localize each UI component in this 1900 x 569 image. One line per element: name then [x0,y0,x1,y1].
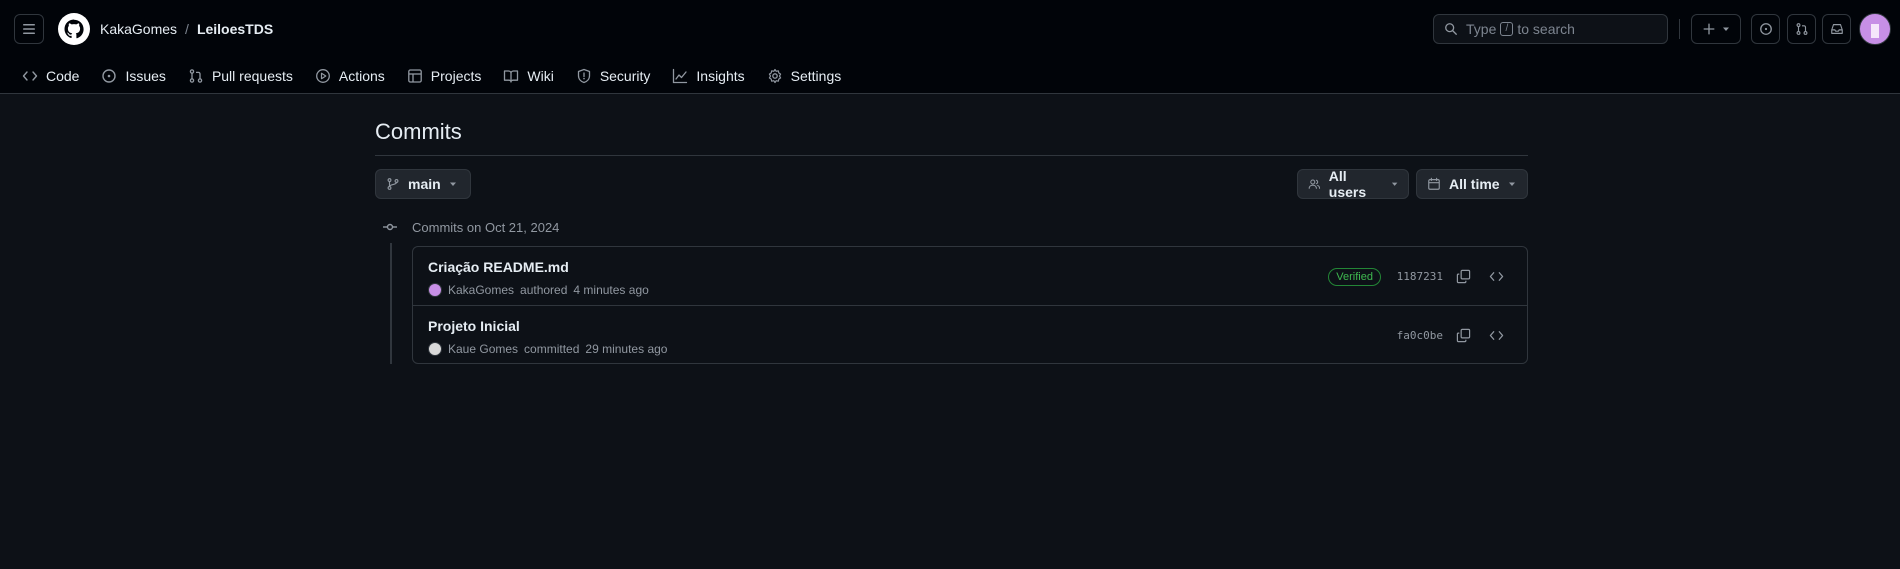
tab-code[interactable]: Code [14,60,87,92]
tab-label: Code [46,68,80,84]
code-icon [1489,330,1503,340]
inbox-button[interactable] [1822,14,1851,44]
repo-navigation: Code Issues Pull requests Actions Projec… [0,58,1900,94]
commit-list: Criação README.md KakaGomes authored 4 m… [412,246,1528,364]
users-filter-button[interactable]: All users [1297,168,1409,200]
copy-sha-button[interactable] [1454,326,1472,344]
your-issues-button[interactable] [1751,14,1780,44]
commit-time: 29 minutes ago [585,342,668,356]
search-placeholder: Type / to search [1466,21,1575,37]
timeline-line [390,243,392,364]
tab-actions[interactable]: Actions [307,60,393,92]
commit-message-link[interactable]: Criação README.md [428,259,569,275]
tab-issues[interactable]: Issues [93,60,173,92]
issue-opened-icon [1759,23,1772,35]
branch-selector-button[interactable]: main [375,169,471,199]
breadcrumb: KakaGomes / LeiloesTDS [100,19,273,39]
verified-badge[interactable]: Verified [1328,268,1381,286]
commit-meta: KakaGomes authored 4 minutes ago [428,283,649,297]
tab-security[interactable]: Security [568,60,659,92]
users-filter-label: All users [1328,168,1367,200]
time-filter-label: All time [1449,176,1500,192]
issue-opened-icon [102,69,117,83]
commit-sha-link[interactable]: 1187231 [1397,270,1443,283]
commit-group-date: Commits on Oct 21, 2024 [412,219,560,235]
author-avatar[interactable] [428,342,442,356]
commit-message-link[interactable]: Projeto Inicial [428,318,520,334]
branch-name: main [408,176,441,192]
commit-sha-link[interactable]: fa0c0be [1397,329,1443,342]
triangle-down-icon [449,182,456,186]
copy-icon [1456,269,1470,283]
tab-label: Issues [125,68,166,84]
owner-link[interactable]: KakaGomes [100,21,177,37]
code-icon [1489,271,1503,281]
commit-meta: Kaue Gomes committed 29 minutes ago [428,342,667,356]
people-icon [1308,179,1321,189]
search-suffix: to search [1517,21,1575,37]
create-new-button[interactable] [1691,14,1741,44]
tab-label: Settings [790,68,842,84]
copy-sha-button[interactable] [1454,267,1472,285]
commit-author[interactable]: Kaue Gomes [448,342,518,356]
commit-action: committed [524,342,580,356]
tab-insights[interactable]: Insights [664,60,752,92]
search-input[interactable]: Type / to search [1433,14,1668,44]
tab-label: Actions [338,68,385,84]
git-branch-icon [387,178,399,190]
commit-group-heading: Commits on Oct 21, 2024 [382,218,559,236]
title-divider [375,155,1528,156]
tab-label: Insights [696,68,745,84]
graph-icon [673,68,688,84]
search-prefix: Type [1466,21,1497,37]
gear-icon [768,68,781,84]
tab-pull-requests[interactable]: Pull requests [180,60,301,92]
tab-settings[interactable]: Settings [759,60,850,92]
commit-row: Projeto Inicial Kaue Gomes committed 29 … [413,305,1527,363]
shield-icon [577,68,590,84]
commit-row: Criação README.md KakaGomes authored 4 m… [413,247,1527,305]
github-logo-icon[interactable] [58,13,90,45]
tab-wiki[interactable]: Wiki [495,60,561,92]
author-avatar[interactable] [428,283,442,297]
repo-link[interactable]: LeiloesTDS [197,21,273,37]
book-icon [504,70,519,83]
header-divider [1679,19,1680,39]
plus-icon [1703,23,1715,35]
app-header: KakaGomes / LeiloesTDS Type / to search [0,0,1900,94]
triangle-down-icon [1508,182,1515,186]
user-avatar[interactable] [1859,13,1891,45]
top-bar: KakaGomes / LeiloesTDS Type / to search [0,0,1900,58]
tab-label: Security [599,68,651,84]
tab-label: Pull requests [211,68,293,84]
your-pull-requests-button[interactable] [1787,14,1816,44]
avatar-shape [1871,24,1879,38]
breadcrumb-separator: / [185,21,189,37]
browse-repo-at-commit-button[interactable] [1487,267,1505,285]
inbox-icon [1830,24,1843,34]
triangle-down-icon [1723,27,1729,31]
tab-label: Projects [430,68,482,84]
search-icon [1445,23,1457,35]
menu-button[interactable] [14,14,44,44]
copy-icon [1456,328,1470,342]
commit-time: 4 minutes ago [573,283,649,297]
hamburger-icon [23,24,35,34]
triangle-down-icon [1391,182,1398,186]
page-title: Commits [375,119,462,144]
commit-action: authored [520,283,568,297]
git-pull-request-icon [1796,23,1807,35]
search-shortcut-key: / [1500,22,1514,36]
tab-projects[interactable]: Projects [399,60,490,92]
git-pull-request-icon [189,69,203,83]
play-icon [315,69,330,83]
git-commit-icon [383,223,397,231]
commit-author[interactable]: KakaGomes [448,283,514,297]
table-icon [407,69,422,83]
browse-repo-at-commit-button[interactable] [1487,326,1505,344]
tab-label: Wiki [527,68,554,84]
time-filter-button[interactable]: All time [1416,169,1528,199]
calendar-icon [1428,177,1440,190]
code-icon [22,71,38,81]
